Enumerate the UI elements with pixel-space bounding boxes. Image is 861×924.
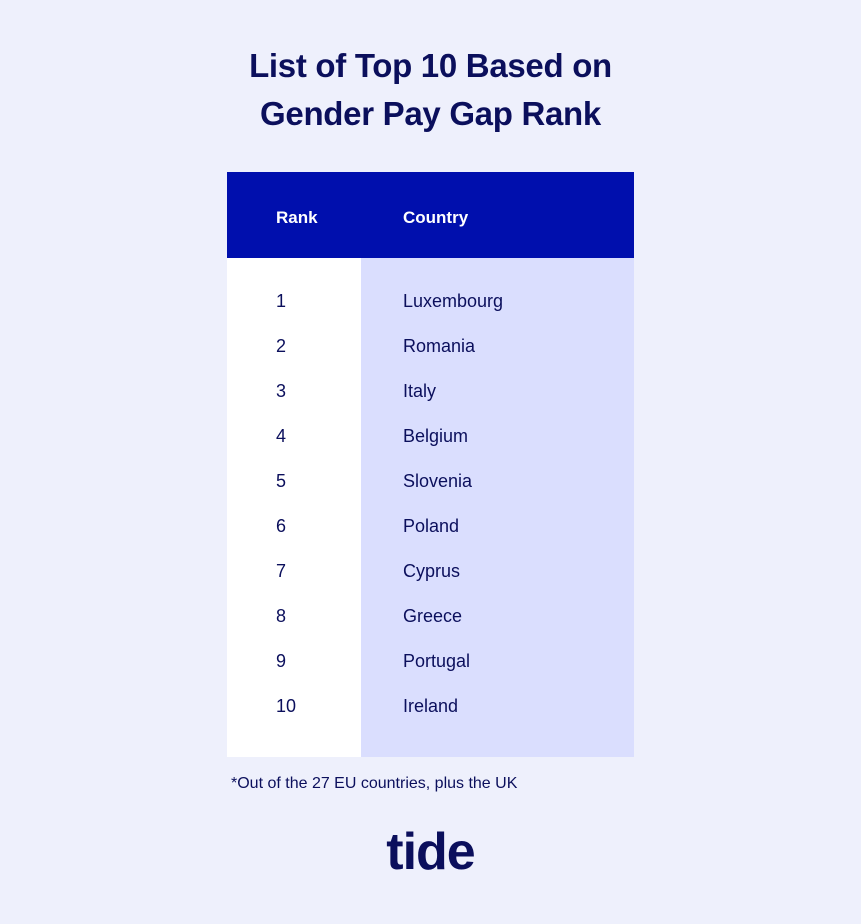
table-row: 6 Poland: [227, 504, 634, 549]
table-header: Rank Country: [227, 172, 634, 258]
rank-cell: 10: [276, 696, 297, 716]
table-row: 10 Ireland: [227, 684, 634, 729]
rank-cell: 6: [276, 516, 287, 536]
tide-logo: tide: [386, 823, 475, 881]
country-cell: Slovenia: [403, 471, 473, 491]
rank-cell: 1: [276, 291, 287, 311]
rank-cell: 5: [276, 471, 287, 491]
rank-cell: 9: [276, 651, 287, 671]
table-row: 5 Slovenia: [227, 459, 634, 504]
header-rank: Rank: [276, 208, 318, 227]
country-cell: Ireland: [403, 696, 459, 716]
country-cell: Luxembourg: [403, 291, 504, 311]
title-line-2: Gender Pay Gap Rank: [260, 95, 601, 132]
title-line-1: List of Top 10 Based on: [249, 47, 612, 84]
table-row: 1 Luxembourg: [227, 279, 634, 324]
ranking-table: Rank Country 1 Luxembourg 2 Romania 3 Italy 4 B…: [227, 172, 634, 757]
rank-cell: 8: [276, 606, 287, 626]
table-row: 9 Portugal: [227, 639, 634, 684]
table-row: 7 Cyprus: [227, 549, 634, 594]
table-row: 4 Belgium: [227, 414, 634, 459]
rank-cell: 4: [276, 426, 287, 446]
rank-cell: 7: [276, 561, 287, 581]
rank-cell: 2: [276, 336, 287, 356]
country-cell: Cyprus: [403, 561, 461, 581]
country-cell: Portugal: [403, 651, 471, 671]
rank-cell: 3: [276, 381, 287, 401]
country-cell: Belgium: [403, 426, 469, 446]
country-cell: Greece: [403, 606, 463, 626]
country-cell: Romania: [403, 336, 476, 356]
footnote: *Out of the 27 EU countries, plus the UK: [231, 775, 518, 792]
table-row: 2 Romania: [227, 324, 634, 369]
page-title: List of Top 10 Based on Gender Pay Gap R…: [0, 42, 861, 138]
country-cell: Italy: [403, 381, 437, 401]
table-row: 8 Greece: [227, 594, 634, 639]
table-row: 3 Italy: [227, 369, 634, 414]
country-cell: Poland: [403, 516, 460, 536]
header-country: Country: [403, 208, 469, 227]
